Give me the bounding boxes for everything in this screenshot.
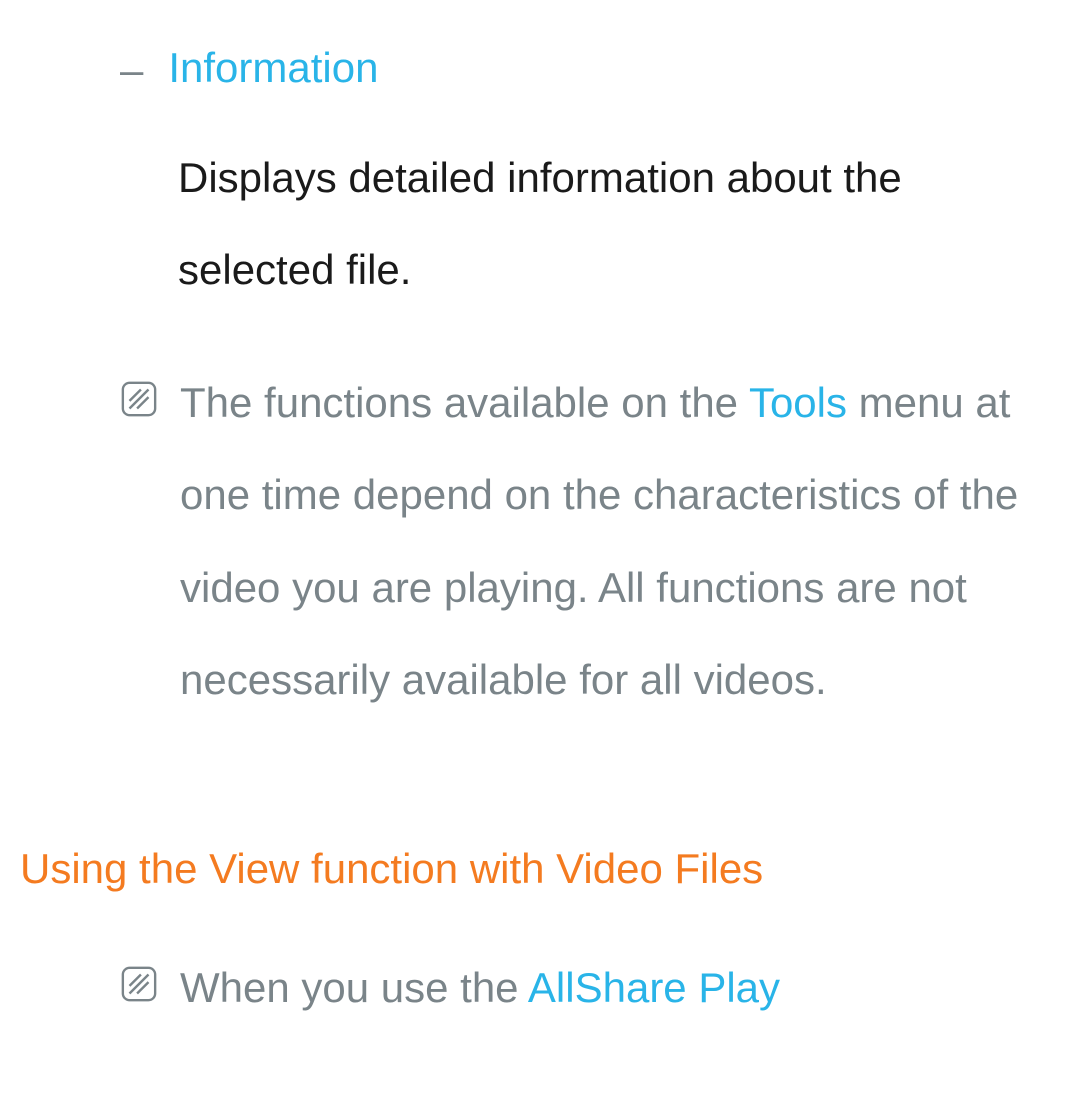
note-icon — [120, 371, 158, 436]
note-block-tools: The functions available on the Tools men… — [120, 357, 1020, 727]
note1-pre: The functions available on the — [180, 379, 749, 426]
allshare-highlight: AllShare Play — [528, 964, 780, 1011]
note-text-tools: The functions available on the Tools men… — [180, 357, 1020, 727]
note-text-allshare: When you use the AllShare Play — [180, 942, 780, 1034]
list-item-information: – Information — [120, 35, 1060, 102]
tools-highlight: Tools — [749, 379, 847, 426]
note-block-allshare: When you use the AllShare Play — [120, 942, 1020, 1034]
note2-pre: When you use the — [180, 964, 528, 1011]
note-icon — [120, 956, 158, 1021]
section-heading-view-function: Using the View function with Video Files — [20, 836, 1060, 901]
item-description: Displays detailed information about the … — [178, 132, 1020, 317]
list-dash: – — [120, 37, 143, 102]
note1-post: menu at one time depend on the character… — [180, 379, 1018, 703]
item-title-information: Information — [168, 35, 378, 100]
